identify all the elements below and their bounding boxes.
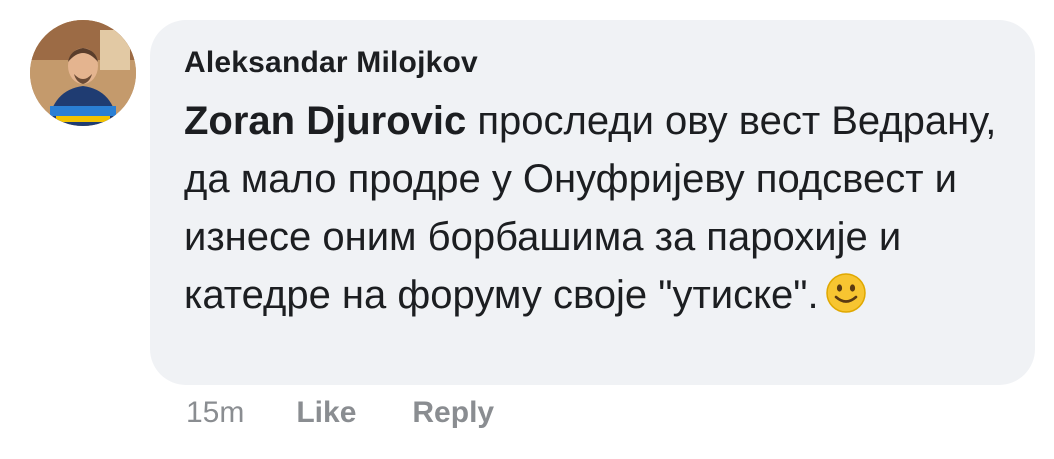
slightly-smiling-face-icon (825, 272, 867, 330)
comment-author[interactable]: Aleksandar Milojkov (184, 46, 478, 80)
comment-actions: 15m Like Reply (186, 396, 494, 430)
mention-link[interactable]: Zoran Djurovic (184, 99, 466, 143)
reply-button[interactable]: Reply (412, 396, 494, 430)
comment-body: Zoran Djurovic проследи ову вест Ведрану… (184, 92, 1004, 330)
comment-bubble: Aleksandar Milojkov Zoran Djurovic просл… (150, 20, 1035, 385)
like-button[interactable]: Like (296, 396, 356, 430)
avatar-photo-icon (30, 20, 136, 126)
comment-timestamp[interactable]: 15m (186, 396, 244, 430)
avatar[interactable] (30, 20, 136, 126)
comment: Aleksandar Milojkov Zoran Djurovic просл… (0, 0, 1054, 459)
